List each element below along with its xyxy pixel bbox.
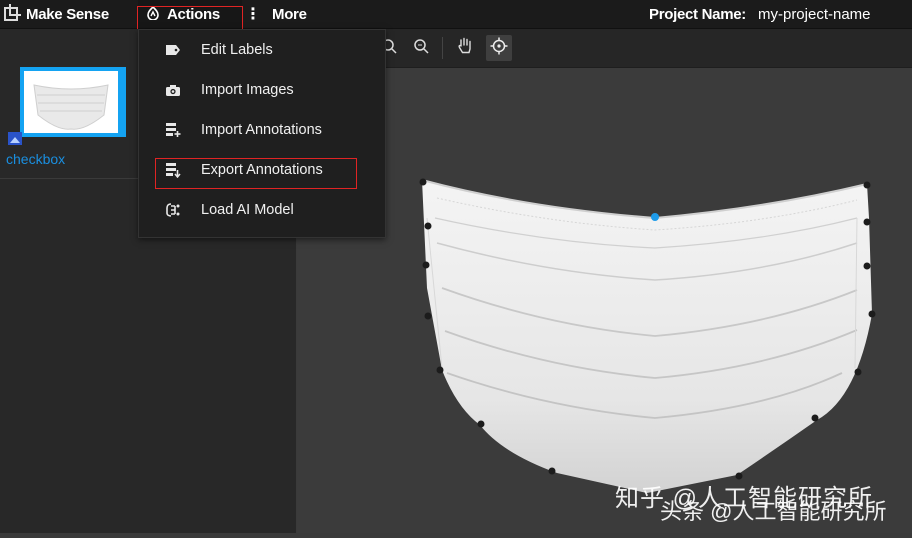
toolbar-separator	[442, 37, 443, 59]
ai-chip-icon	[163, 200, 183, 220]
make-sense-logo-icon	[4, 4, 21, 21]
project-name: Project Name: my-project-name	[649, 0, 871, 28]
more-menu-button[interactable]: ⋮ More	[245, 0, 307, 28]
actions-label: Actions	[167, 5, 220, 23]
mask-image	[419, 178, 876, 493]
menu-item-label: Import Images	[201, 82, 294, 98]
mask-thumbnail-image	[24, 71, 118, 133]
menu-item-label: Load AI Model	[201, 202, 294, 218]
menu-item-edit-labels[interactable]: Edit Labels	[139, 30, 385, 70]
pan-hand-icon	[457, 37, 473, 59]
more-label: More	[272, 5, 307, 23]
actions-menu-button[interactable]: Actions	[138, 0, 242, 28]
more-vertical-icon: ⋮	[245, 6, 261, 23]
image-thumbnail-selected[interactable]	[20, 67, 126, 137]
menu-item-load-ai-model[interactable]: Load AI Model	[139, 190, 385, 230]
top-navigation-bar: Make Sense Actions ⋮ More Project Name: …	[0, 0, 912, 29]
label-tag-icon	[163, 40, 183, 60]
menu-item-export-annotations[interactable]: Export Annotations	[139, 150, 385, 190]
import-list-icon	[163, 120, 183, 140]
actions-dropdown-menu: Edit Labels Import Images Import Annotat…	[138, 29, 386, 238]
menu-item-label: Edit Labels	[201, 42, 273, 58]
editor-toolbar	[296, 29, 912, 68]
menu-item-label: Export Annotations	[201, 162, 323, 178]
image-filename[interactable]: checkbox	[6, 151, 65, 167]
project-name-value[interactable]: my-project-name	[758, 6, 871, 23]
menu-item-import-annotations[interactable]: Import Annotations	[139, 110, 385, 150]
project-name-label: Project Name:	[649, 5, 746, 23]
menu-item-import-images[interactable]: Import Images	[139, 70, 385, 110]
zoom-fit-icon	[413, 38, 429, 58]
crosshair-icon	[490, 37, 508, 59]
actions-icon	[146, 5, 160, 23]
crosshair-button[interactable]	[486, 35, 512, 61]
menu-item-label: Import Annotations	[201, 122, 322, 138]
annotation-canvas[interactable]: 知乎 @人工智能研究所 头条 @人工智能研究所	[297, 68, 912, 533]
pan-button[interactable]	[452, 35, 478, 61]
zoom-fit-button[interactable]	[408, 35, 434, 61]
brand-title: Make Sense	[26, 5, 109, 23]
brand[interactable]: Make Sense	[4, 4, 109, 24]
export-list-icon	[163, 160, 183, 180]
camera-icon	[163, 80, 183, 100]
image-file-icon	[8, 132, 22, 145]
watermark-line-2: 头条 @人工智能研究所	[660, 499, 887, 524]
